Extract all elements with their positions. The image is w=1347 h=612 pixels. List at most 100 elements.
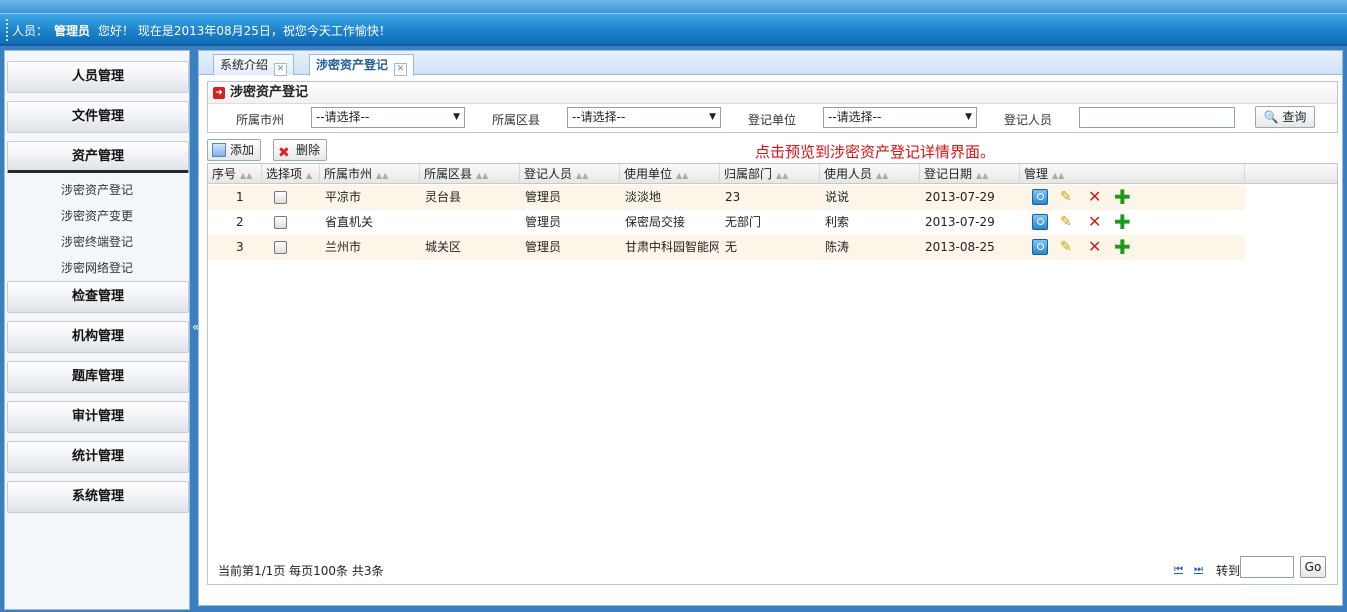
- menu-assets[interactable]: 资产管理: [7, 141, 189, 173]
- cell-registrar: 管理员: [525, 240, 562, 254]
- col-city[interactable]: 所属市州 ▲▲: [320, 164, 420, 184]
- submenu-asset-register[interactable]: 涉密资产登记: [5, 177, 189, 203]
- cell-city: 平凉市: [325, 190, 362, 204]
- pager: 当前第1/1页 每页100条 共3条 ⏮ ⏭ 转到 Go: [208, 556, 1337, 584]
- first-page-icon[interactable]: ⏮: [1174, 564, 1183, 575]
- user-name: 管理员: [54, 24, 91, 38]
- cell-city: 省直机关: [325, 215, 374, 229]
- col-date[interactable]: 登记日期 ▲▲: [920, 164, 1020, 184]
- table-header: 序号 ▲▲ 选择项 ▲ 所属市州 ▲▲ 所属区县 ▲▲ 登记人员 ▲▲ 使用单位 ▲▲ 归属…: [208, 164, 1337, 184]
- annotation-text: 点击预览到涉密资产登记详情界面。: [755, 143, 996, 161]
- greeting-text: 您好！ 现在是2013年08月25日，祝您今天工作愉快！: [98, 24, 391, 38]
- tab-system-intro[interactable]: 系统介绍 ✕: [213, 54, 295, 76]
- close-icon[interactable]: ✕: [274, 63, 288, 76]
- city-select[interactable]: --请选择-- ▼: [311, 107, 465, 128]
- tab-label: 系统介绍: [220, 58, 269, 72]
- strip-dots: [6, 19, 8, 41]
- person-label: 登记人员: [1004, 113, 1053, 127]
- cell-unit: 淡淡地: [625, 190, 662, 204]
- cell-county: [421, 210, 425, 235]
- query-label: 查询: [1282, 110, 1307, 124]
- top-header: 人员： 管理员 您好！ 现在是2013年08月25日，祝您今天工作愉快！: [0, 0, 1347, 46]
- table-row[interactable]: 1 平凉市 灵台县 管理员 淡淡地 23 说说 2013-07-29 ✎ ✕ ✚: [208, 185, 1245, 210]
- cell-index: 2: [236, 215, 244, 229]
- query-button[interactable]: 🔍 查询: [1255, 106, 1315, 128]
- menu-statistics[interactable]: 统计管理: [7, 441, 189, 473]
- table-row[interactable]: 3 兰州市 城关区 管理员 甘肃中科园智能网 无 陈涛 2013-08-25 ✎…: [208, 235, 1245, 260]
- cell-date: 2013-08-25: [925, 240, 995, 254]
- cell-registrar: 管理员: [525, 190, 562, 204]
- welcome-strip: 人员： 管理员 您好！ 现在是2013年08月25日，祝您今天工作愉快！: [0, 13, 1347, 44]
- menu-inspection[interactable]: 检查管理: [7, 281, 189, 313]
- county-select[interactable]: --请选择-- ▼: [567, 107, 721, 128]
- row-checkbox[interactable]: [274, 241, 287, 254]
- cell-unit: 保密局交接: [625, 215, 686, 229]
- cell-department: 无部门: [725, 215, 762, 229]
- view-icon[interactable]: [1032, 214, 1048, 230]
- search-panel-title: ➜ 涉密资产登记: [208, 82, 1337, 104]
- submenu-terminal-register[interactable]: 涉密终端登记: [5, 229, 189, 255]
- pager-info: 当前第1/1页 每页100条 共3条: [218, 564, 384, 578]
- col-index[interactable]: 序号 ▲▲: [208, 164, 262, 184]
- chevron-down-icon: ▼: [453, 112, 460, 122]
- delete-icon: ✖: [278, 145, 290, 161]
- view-icon[interactable]: [1032, 189, 1048, 205]
- submenu-network-register[interactable]: 涉密网络登记: [5, 255, 189, 281]
- row-checkbox[interactable]: [274, 216, 287, 229]
- cell-city: 兰州市: [325, 240, 362, 254]
- col-department[interactable]: 归属部门 ▲▲: [720, 164, 820, 184]
- col-county[interactable]: 所属区县 ▲▲: [420, 164, 520, 184]
- delete-row-icon[interactable]: ✕: [1088, 189, 1104, 205]
- cell-unit: 甘肃中科园智能网: [625, 240, 719, 254]
- go-button[interactable]: Go: [1300, 556, 1326, 578]
- search-icon: 🔍: [1263, 110, 1279, 124]
- menu-documents[interactable]: 文件管理: [7, 101, 189, 133]
- cell-county: 城关区: [425, 240, 462, 254]
- cell-department: 无: [725, 240, 738, 254]
- sidebar: 人员管理 文件管理 资产管理 涉密资产登记 涉密资产变更 涉密终端登记 涉密网络…: [4, 50, 190, 610]
- app-frame: 人员管理 文件管理 资产管理 涉密资产登记 涉密资产变更 涉密终端登记 涉密网络…: [0, 46, 1347, 612]
- edit-icon[interactable]: ✎: [1060, 239, 1076, 255]
- last-page-icon[interactable]: ⏭: [1194, 564, 1203, 575]
- county-label: 所属区县: [492, 113, 541, 127]
- cell-department: 23: [725, 190, 741, 204]
- add-row-icon[interactable]: ✚: [1114, 237, 1131, 257]
- table-row[interactable]: 2 省直机关 管理员 保密局交接 无部门 利索 2013-07-29 ✎ ✕ ✚: [208, 210, 1245, 235]
- delete-label: 删除: [296, 143, 321, 157]
- add-row-icon[interactable]: ✚: [1114, 187, 1131, 207]
- close-icon[interactable]: ✕: [394, 63, 408, 76]
- menu-system[interactable]: 系统管理: [7, 481, 189, 513]
- col-manage[interactable]: 管理 ▲▲: [1020, 164, 1245, 184]
- filter-row: 所属市州 --请选择-- ▼ 所属区县 --请选择-- ▼ 登记单位 --请选择--…: [208, 104, 1337, 132]
- add-doc-icon: [212, 143, 226, 157]
- menu-question-bank[interactable]: 题库管理: [7, 361, 189, 393]
- col-registrar[interactable]: 登记人员 ▲▲: [520, 164, 620, 184]
- delete-button[interactable]: ✖ 删除: [273, 139, 328, 161]
- goto-page-input[interactable]: [1240, 556, 1294, 578]
- chevron-down-icon: ▼: [709, 112, 716, 122]
- menu-audit[interactable]: 审计管理: [7, 401, 189, 433]
- delete-row-icon[interactable]: ✕: [1088, 239, 1104, 255]
- edit-icon[interactable]: ✎: [1060, 189, 1076, 205]
- row-checkbox[interactable]: [274, 191, 287, 204]
- add-row-icon[interactable]: ✚: [1114, 212, 1131, 232]
- add-button[interactable]: 添加: [207, 139, 262, 161]
- col-user[interactable]: 使用人员 ▲▲: [820, 164, 920, 184]
- unit-label: 登记单位: [748, 113, 797, 127]
- menu-organization[interactable]: 机构管理: [7, 321, 189, 353]
- unit-select[interactable]: --请选择-- ▼: [823, 107, 977, 128]
- edit-icon[interactable]: ✎: [1060, 214, 1076, 230]
- add-label: 添加: [230, 143, 255, 157]
- menu-personnel[interactable]: 人员管理: [7, 61, 189, 93]
- delete-row-icon[interactable]: ✕: [1088, 214, 1104, 230]
- col-select[interactable]: 选择项 ▲: [262, 164, 320, 184]
- cell-user: 利索: [825, 215, 850, 229]
- person-input[interactable]: [1079, 107, 1235, 128]
- view-icon[interactable]: [1032, 239, 1048, 255]
- submenu-asset-change[interactable]: 涉密资产变更: [5, 203, 189, 229]
- cell-user: 说说: [825, 190, 850, 204]
- chevron-down-icon: ▼: [965, 112, 972, 122]
- col-unit[interactable]: 使用单位 ▲▲: [620, 164, 720, 184]
- goto-label: 转到: [1216, 564, 1241, 578]
- tab-asset-register[interactable]: 涉密资产登记 ✕: [309, 54, 415, 76]
